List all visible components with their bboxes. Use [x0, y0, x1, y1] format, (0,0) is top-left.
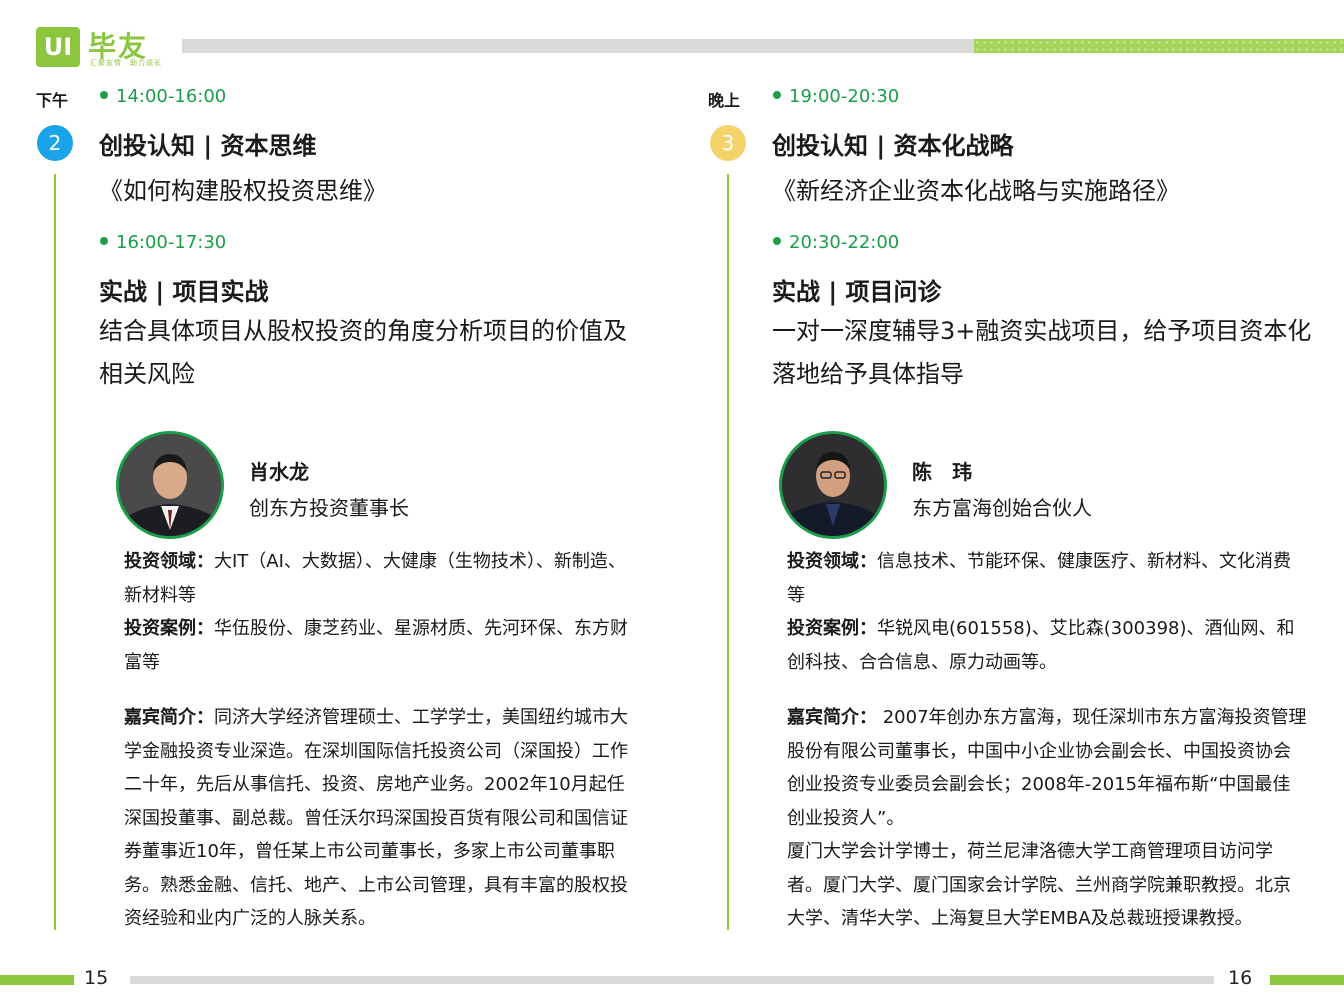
investment-cases: 投资案例：华伍股份、康芝药业、星源材质、先河环保、东方财富等 — [124, 612, 642, 679]
time-text: 19:00-20:30 — [789, 86, 900, 107]
logo-mark: UI — [36, 27, 80, 67]
period-label: 下午 — [36, 91, 69, 110]
header-bar — [182, 39, 974, 53]
session-title: 实战 | 项目实战 — [99, 278, 269, 306]
field-label: 投资领域： — [787, 551, 877, 572]
timeline-line — [727, 174, 729, 930]
page-number-left: 15 — [84, 967, 109, 989]
time-text: 20:30-22:00 — [789, 232, 900, 253]
session-time: 20:30-22:00 — [773, 232, 899, 253]
bullet-dot-icon — [773, 237, 781, 245]
case-label: 投资案例： — [787, 618, 877, 639]
speaker-photo — [119, 434, 221, 536]
session-time: 19:00-20:30 — [773, 86, 899, 107]
speaker-name: 陈 玮 — [912, 460, 972, 484]
session-number-badge: 2 — [37, 125, 73, 161]
case-label: 投资案例： — [124, 618, 214, 639]
description-line: 结合具体项目从股权投资的角度分析项目的价值及 — [99, 317, 627, 345]
header-accent-bar — [974, 39, 1344, 53]
session-title: 创投认知 | 资本思维 — [99, 132, 317, 160]
speaker-avatar — [116, 431, 224, 539]
speaker-name: 肖水龙 — [249, 460, 309, 484]
speaker-role: 创东方投资董事长 — [249, 496, 409, 520]
bio-text: 厦门大学会计学博士，荷兰尼津洛德大学工商管理项目访问学者。厦门大学、厦门国家会计… — [787, 841, 1291, 929]
footer-accent-left — [0, 975, 74, 985]
bullet-dot-icon — [773, 91, 781, 99]
session-description: 一对一深度辅导3+融资实战项目，给予项目资本化 落地给予具体指导 — [772, 310, 1332, 396]
description-line: 一对一深度辅导3+融资实战项目，给予项目资本化 — [772, 317, 1312, 345]
page-number-right: 16 — [1228, 967, 1253, 989]
session-subtitle: 《新经济企业资本化战略与实施路径》 — [772, 177, 1180, 205]
session-subtitle: 《如何构建股权投资思维》 — [99, 177, 387, 205]
speaker-avatar — [779, 431, 887, 539]
time-text: 14:00-16:00 — [116, 86, 227, 107]
session-time: 16:00-17:30 — [100, 232, 226, 253]
speaker-bio: 嘉宾简介：同济大学经济管理硕士、工学学士，美国纽约城市大学金融投资专业深造。在深… — [124, 701, 642, 936]
bio-label: 嘉宾简介： — [124, 707, 214, 728]
session-title: 实战 | 项目问诊 — [772, 278, 942, 306]
footer-accent-right — [1270, 975, 1344, 985]
brand-logo: UI 毕友 汇聚友情 助力成长 — [36, 27, 186, 69]
bullet-dot-icon — [100, 237, 108, 245]
field-label: 投资领域： — [124, 551, 214, 572]
session-description: 结合具体项目从股权投资的角度分析项目的价值及 相关风险 — [99, 310, 679, 396]
time-text: 16:00-17:30 — [116, 232, 227, 253]
speaker-photo — [782, 434, 884, 536]
bio-text: 同济大学经济管理硕士、工学学士，美国纽约城市大学金融投资专业深造。在深圳国际信托… — [124, 707, 628, 929]
bullet-dot-icon — [100, 91, 108, 99]
timeline-line — [54, 174, 56, 930]
session-number-badge: 3 — [710, 125, 746, 161]
footer-bar — [130, 976, 1214, 984]
logo-tagline: 汇聚友情 助力成长 — [90, 59, 162, 67]
investment-fields: 投资领域：信息技术、节能环保、健康医疗、新材料、文化消费等 — [787, 545, 1307, 612]
session-title: 创投认知 | 资本化战略 — [772, 132, 1014, 160]
bio-label: 嘉宾简介： — [787, 707, 877, 728]
description-line: 落地给予具体指导 — [772, 360, 964, 388]
period-label: 晚上 — [708, 91, 741, 110]
investment-cases: 投资案例：华锐风电(601558)、艾比森(300398)、酒仙网、和创科技、合… — [787, 612, 1307, 679]
investment-fields: 投资领域：大IT（AI、大数据）、大健康（生物技术）、新制造、新材料等 — [124, 545, 642, 612]
speaker-bio: 嘉宾简介： 2007年创办东方富海，现任深圳市东方富海投资管理股份有限公司董事长… — [787, 701, 1307, 936]
speaker-role: 东方富海创始合伙人 — [912, 496, 1092, 520]
description-line: 相关风险 — [99, 360, 195, 388]
session-time: 14:00-16:00 — [100, 86, 226, 107]
